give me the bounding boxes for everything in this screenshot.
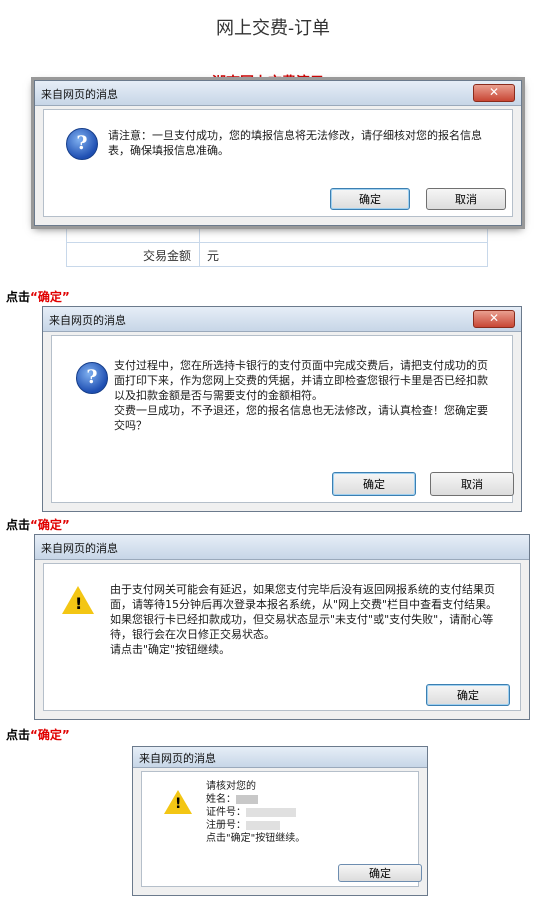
- table-label: 交易金额: [142, 249, 191, 263]
- redacted-id: [246, 807, 296, 817]
- dialog-message: 请核对您的 姓名： 证件号： 注册号： 点击"确定"按钮继续。: [206, 781, 306, 844]
- dialog-titlebar: 来自网页的消息: [133, 747, 427, 768]
- dialog-titlebar: 来自网页的消息: [35, 535, 529, 560]
- close-button[interactable]: ✕: [473, 310, 515, 328]
- dialog-message: 请注意：一旦支付成功，您的填报信息将无法修改，请仔细核对您的报名信息表，确保填报…: [108, 129, 482, 157]
- step-instruction: 点击“确定”: [6, 518, 70, 532]
- close-button[interactable]: ✕: [473, 84, 515, 102]
- step-instruction: 点击“确定”: [6, 728, 70, 742]
- dialog-caption: 来自网页的消息: [41, 88, 118, 101]
- dialog-titlebar: 来自网页的消息 ✕: [35, 81, 521, 106]
- dialog-titlebar: 来自网页的消息 ✕: [43, 307, 521, 332]
- redacted-reg: [246, 820, 280, 830]
- cancel-button[interactable]: 取消: [430, 472, 514, 496]
- dialog-body: ! 由于支付网关可能会有延迟，如果您支付完毕后没有返回网报系统的支付结果页面，请…: [43, 563, 521, 711]
- dialog-body: ? 支付过程中，您在所选持卡银行的支付页面中完成交费后，请把支付成功的页面打印下…: [51, 335, 514, 503]
- ok-button[interactable]: 确定: [338, 864, 422, 882]
- ok-button[interactable]: 确定: [426, 684, 510, 706]
- dialog-body: ? 请注意：一旦支付成功，您的填报信息将无法修改，请仔细核对您的报名信息表，确保…: [43, 109, 513, 217]
- table-value: 元: [207, 249, 220, 263]
- dialog-caption: 来自网页的消息: [139, 752, 216, 765]
- redacted-name: [236, 794, 258, 804]
- ok-button[interactable]: 确定: [330, 188, 410, 210]
- step-instruction: 点击“确定”: [6, 290, 70, 304]
- dialog-message: 支付过程中，您在所选持卡银行的支付页面中完成交费后，请把支付成功的页面打印下来，…: [114, 359, 488, 432]
- dialog-message: 由于支付网关可能会有延迟，如果您支付完毕后没有返回网报系统的支付结果页面，请等待…: [110, 583, 498, 656]
- info-dialog-3: 来自网页的消息 ! 由于支付网关可能会有延迟，如果您支付完毕后没有返回网报系统的…: [34, 534, 530, 720]
- question-icon: ?: [76, 362, 108, 394]
- warning-icon: !: [164, 790, 192, 814]
- dialog-body: ! 请核对您的 姓名： 证件号： 注册号： 点击"确定"按钮继续。 确定: [141, 771, 422, 887]
- ok-button[interactable]: 确定: [332, 472, 416, 496]
- confirm-dialog-1: 来自网页的消息 ✕ ? 请注意：一旦支付成功，您的填报信息将无法修改，请仔细核对…: [34, 80, 522, 226]
- page-title: 网上交费-订单: [215, 18, 331, 39]
- table-row: 交易金额 元: [67, 242, 487, 271]
- confirm-dialog-2: 来自网页的消息 ✕ ? 支付过程中，您在所选持卡银行的支付页面中完成交费后，请把…: [42, 306, 522, 512]
- warning-icon: !: [62, 586, 94, 614]
- dialog-caption: 来自网页的消息: [49, 314, 126, 327]
- dialog-caption: 来自网页的消息: [41, 542, 118, 555]
- info-dialog-4: 来自网页的消息 ! 请核对您的 姓名： 证件号： 注册号： 点击"确定"按钮继续…: [132, 746, 428, 896]
- question-icon: ?: [66, 128, 98, 160]
- cancel-button[interactable]: 取消: [426, 188, 506, 210]
